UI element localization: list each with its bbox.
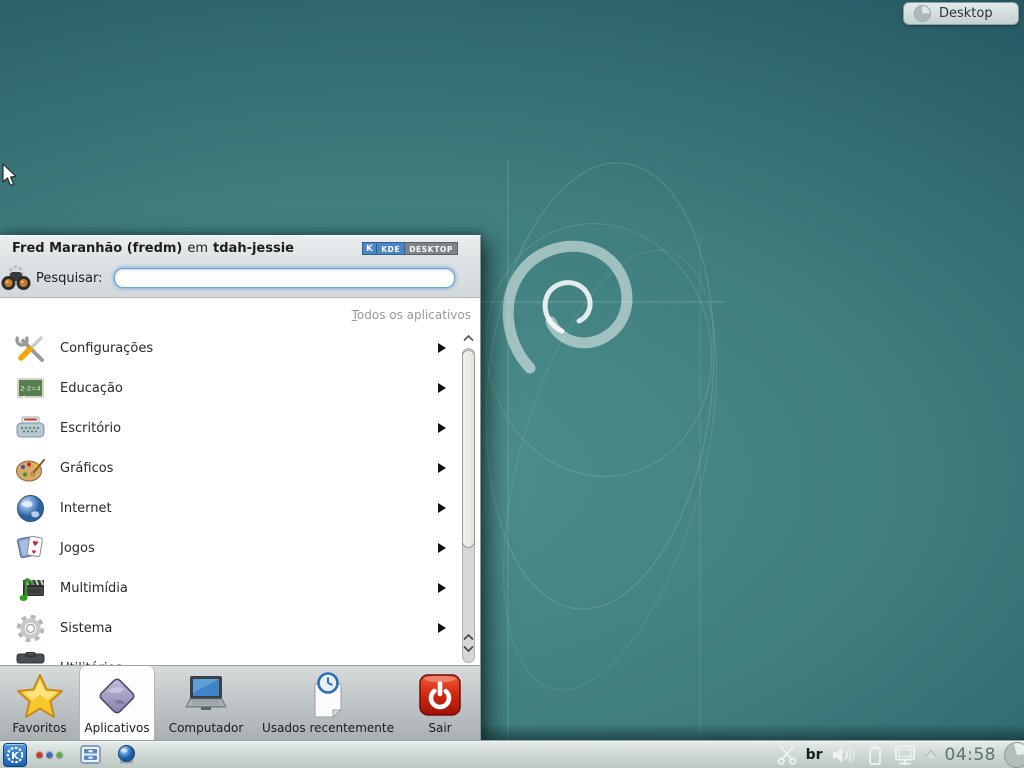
system-tray: br 04:58 xyxy=(776,742,1022,768)
tab-aplicativos[interactable]: Aplicativos xyxy=(79,666,155,740)
tab-usados-recentemente[interactable]: Usados recentemente xyxy=(257,666,399,740)
digital-clock[interactable]: 04:58 xyxy=(945,745,997,765)
panel-launchers: K xyxy=(3,743,137,767)
menu-item-label: Educação xyxy=(60,381,123,396)
plasma-cashew-icon xyxy=(914,5,931,22)
battery-icon[interactable] xyxy=(865,744,885,766)
menu-item-label: Jogos xyxy=(60,541,95,556)
desktop-toolbox[interactable]: Desktop xyxy=(903,2,1019,25)
kickoff-search-row: Pesquisar: xyxy=(0,260,480,298)
kde-desktop-badge: K KDE DESKTOP xyxy=(362,242,458,255)
scroll-up-icon[interactable] xyxy=(462,633,475,641)
star-icon xyxy=(16,673,64,719)
kickoff-menu: Fred Maranhão (fredm) em tdah-jessie K K… xyxy=(0,235,481,740)
submenu-arrow-icon xyxy=(438,423,446,433)
power-leave-icon xyxy=(416,671,464,719)
menu-item-utilitarios[interactable]: Utilitários xyxy=(0,648,458,665)
blue-ball-icon[interactable] xyxy=(116,744,137,765)
submenu-arrow-icon xyxy=(438,583,446,593)
user-name: Fred Maranhão (fredm) xyxy=(12,241,182,256)
search-label: Pesquisar: xyxy=(36,271,103,286)
svg-text:♥: ♥ xyxy=(31,539,38,548)
hostname: tdah-jessie xyxy=(213,241,294,256)
menu-item-label: Internet xyxy=(60,501,112,516)
education-chalkboard-icon: 2-2=4 xyxy=(14,372,47,405)
games-cards-icon: ♥ ♥ xyxy=(14,532,47,565)
bottom-panel: K br xyxy=(0,740,1024,768)
menu-item-graficos[interactable]: Gráficos xyxy=(0,448,458,488)
internet-globe-icon xyxy=(14,492,47,525)
kickoff-header: Fred Maranhão (fredm) em tdah-jessie K K… xyxy=(0,236,480,260)
menu-item-educacao[interactable]: 2-2=4 Educação xyxy=(0,368,458,408)
activity-dots-icon[interactable] xyxy=(36,751,63,758)
file-drawer-icon[interactable] xyxy=(80,745,101,764)
menu-item-escritorio[interactable]: Escritório xyxy=(0,408,458,448)
badge-desktop-label: DESKTOP xyxy=(405,242,458,255)
toolbox-label: Desktop xyxy=(939,6,993,21)
scrollbar-thumb[interactable] xyxy=(462,350,475,548)
klipper-scissors-icon[interactable] xyxy=(776,744,798,766)
multimedia-clapper-icon xyxy=(14,572,47,605)
menu-item-multimidia[interactable]: Multimídia xyxy=(0,568,458,608)
graphics-palette-icon xyxy=(14,452,47,485)
svg-text:2-2=4: 2-2=4 xyxy=(20,384,40,392)
submenu-arrow-icon xyxy=(438,543,446,553)
badge-kde-label: KDE xyxy=(377,242,405,255)
mouse-cursor xyxy=(2,163,19,187)
submenu-arrow-icon xyxy=(438,463,446,473)
category-list: Configurações 2-2=4 Educação xyxy=(0,328,458,665)
list-scrollbar[interactable] xyxy=(461,334,476,663)
menu-item-sistema[interactable]: Sistema xyxy=(0,608,458,648)
binoculars-search-icon xyxy=(0,264,32,294)
office-typewriter-icon xyxy=(14,412,47,445)
utilities-toolbox-icon xyxy=(14,652,47,666)
header-conjunction: em xyxy=(187,241,208,256)
scroll-up-icon[interactable] xyxy=(462,334,475,342)
kde-kickoff-launcher-icon[interactable]: K xyxy=(3,743,27,767)
menu-item-label: Multimídia xyxy=(60,581,128,596)
tab-computador[interactable]: Computador xyxy=(155,666,257,740)
network-monitor-icon[interactable] xyxy=(893,744,917,766)
kickoff-tab-bar: Favoritos Aplicativos Computador xyxy=(0,665,480,740)
computer-laptop-icon xyxy=(181,673,231,719)
speaker-volume-icon[interactable] xyxy=(831,744,857,766)
menu-item-label: Sistema xyxy=(60,621,112,636)
tab-favoritos[interactable]: Favoritos xyxy=(0,666,79,740)
applications-diamond-icon xyxy=(94,673,140,719)
menu-item-internet[interactable]: Internet xyxy=(0,488,458,528)
search-input[interactable] xyxy=(114,268,455,288)
menu-item-jogos[interactable]: ♥ ♥ Jogos xyxy=(0,528,458,568)
submenu-arrow-icon xyxy=(438,623,446,633)
scroll-down-icon[interactable] xyxy=(462,645,475,653)
kde-gear-icon: K xyxy=(362,242,377,255)
recent-documents-clock-icon xyxy=(305,672,351,719)
submenu-arrow-icon xyxy=(438,503,446,513)
menu-item-label: Gráficos xyxy=(60,461,113,476)
submenu-arrow-icon xyxy=(438,383,446,393)
system-gear-icon xyxy=(14,612,47,645)
tab-sair[interactable]: Sair xyxy=(399,666,481,740)
all-applications-link[interactable]: Todos os aplicativos xyxy=(352,308,471,322)
menu-item-label: Configurações xyxy=(60,341,153,356)
menu-item-configuracoes[interactable]: Configurações xyxy=(0,328,458,368)
keyboard-layout-indicator[interactable]: br xyxy=(806,747,823,763)
expand-tray-arrow-icon[interactable] xyxy=(925,751,937,758)
svg-text:K: K xyxy=(11,750,20,761)
kickoff-application-view: Todos os aplicativos Configurações 2-2=4 xyxy=(0,298,480,665)
submenu-arrow-icon xyxy=(438,343,446,353)
panel-cashew-icon[interactable] xyxy=(1004,742,1024,768)
menu-item-label: Escritório xyxy=(60,421,121,436)
settings-tools-icon xyxy=(14,332,47,365)
